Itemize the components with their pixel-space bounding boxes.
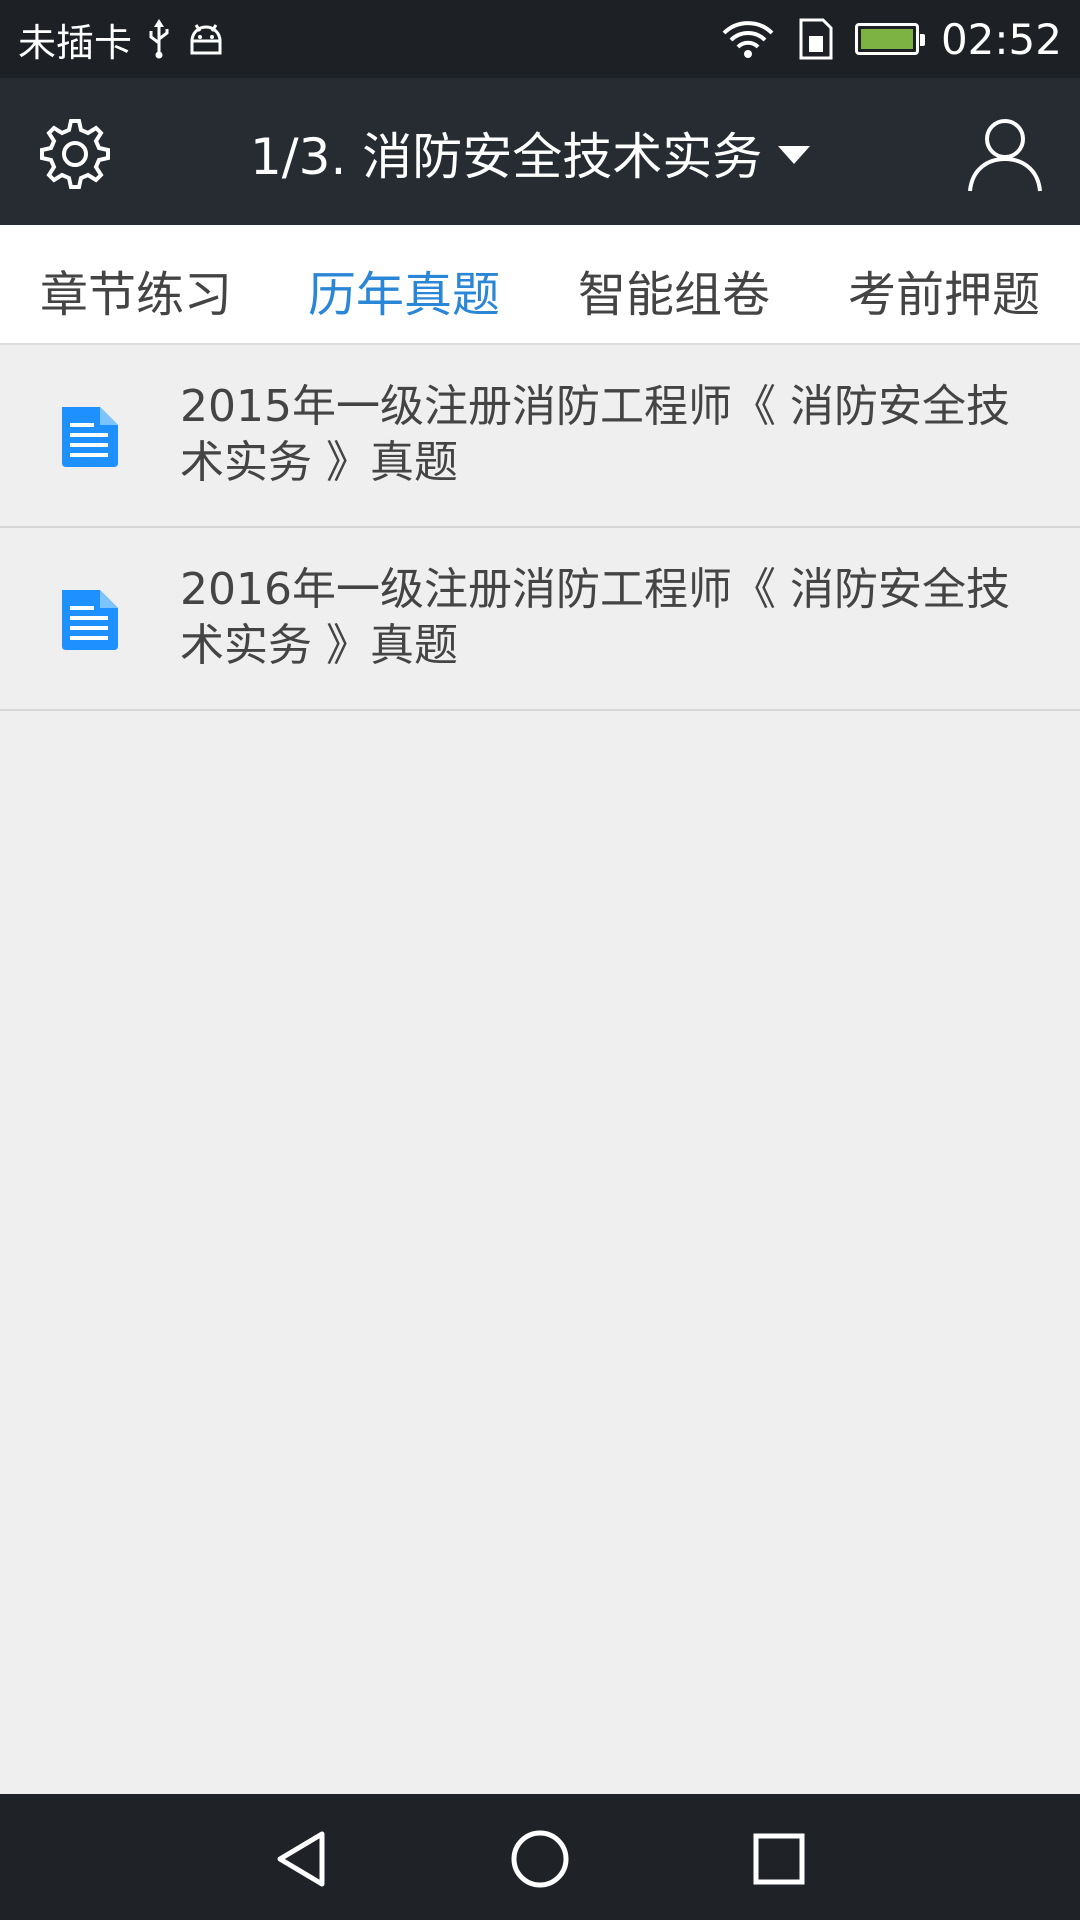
clock: 02:52 [940,14,1062,64]
tab-smart-paper[interactable]: 智能组卷 [578,255,770,325]
document-icon [62,590,118,650]
list-item-title: 2015年一级注册消防工程师《 消防安全技术实务 》真题 [180,381,1010,488]
status-bar: 未插卡 02:52 [0,0,1080,78]
list-item-title: 2016年一级注册消防工程师《 消防安全技术实务 》真题 [180,564,1010,671]
document-icon [62,407,118,467]
gear-icon[interactable] [36,115,114,193]
page-title: 1/3. 消防安全技术实务 [250,128,763,186]
android-debug-icon [190,24,222,55]
status-right: 02:52 [721,15,1062,64]
battery-charging-icon [854,23,925,55]
user-icon[interactable] [964,111,1046,193]
carrier-text: 未插卡 [18,20,133,65]
app-bar: 1/3. 消防安全技术实务 [0,78,1080,225]
home-icon[interactable] [505,1824,575,1894]
tab-past-exams[interactable]: 历年真题 [308,255,500,325]
tab-predicted-questions[interactable]: 考前押题 [848,255,1040,325]
list-item[interactable]: 2016年一级注册消防工程师《 消防安全技术实务 》真题 [0,528,1080,711]
battery-fill [860,29,913,49]
wifi-icon [722,21,774,58]
list-item[interactable]: 2015年一级注册消防工程师《 消防安全技术实务 》真题 [0,345,1080,528]
usb-icon [149,19,169,59]
exam-list: 2015年一级注册消防工程师《 消防安全技术实务 》真题 2016年一级注册消防… [0,345,1080,711]
course-selector[interactable]: 1/3. 消防安全技术实务 [250,118,811,188]
tab-chapter-practice[interactable]: 章节练习 [40,255,232,325]
back-icon[interactable] [266,1824,336,1894]
chevron-down-icon [778,146,811,164]
system-nav-bar [0,1794,1080,1920]
recents-icon[interactable] [744,1824,814,1894]
sim-icon [799,18,833,60]
status-left: 未插卡 [18,12,226,67]
tab-bar: 章节练习 历年真题 智能组卷 考前押题 [0,225,1080,345]
